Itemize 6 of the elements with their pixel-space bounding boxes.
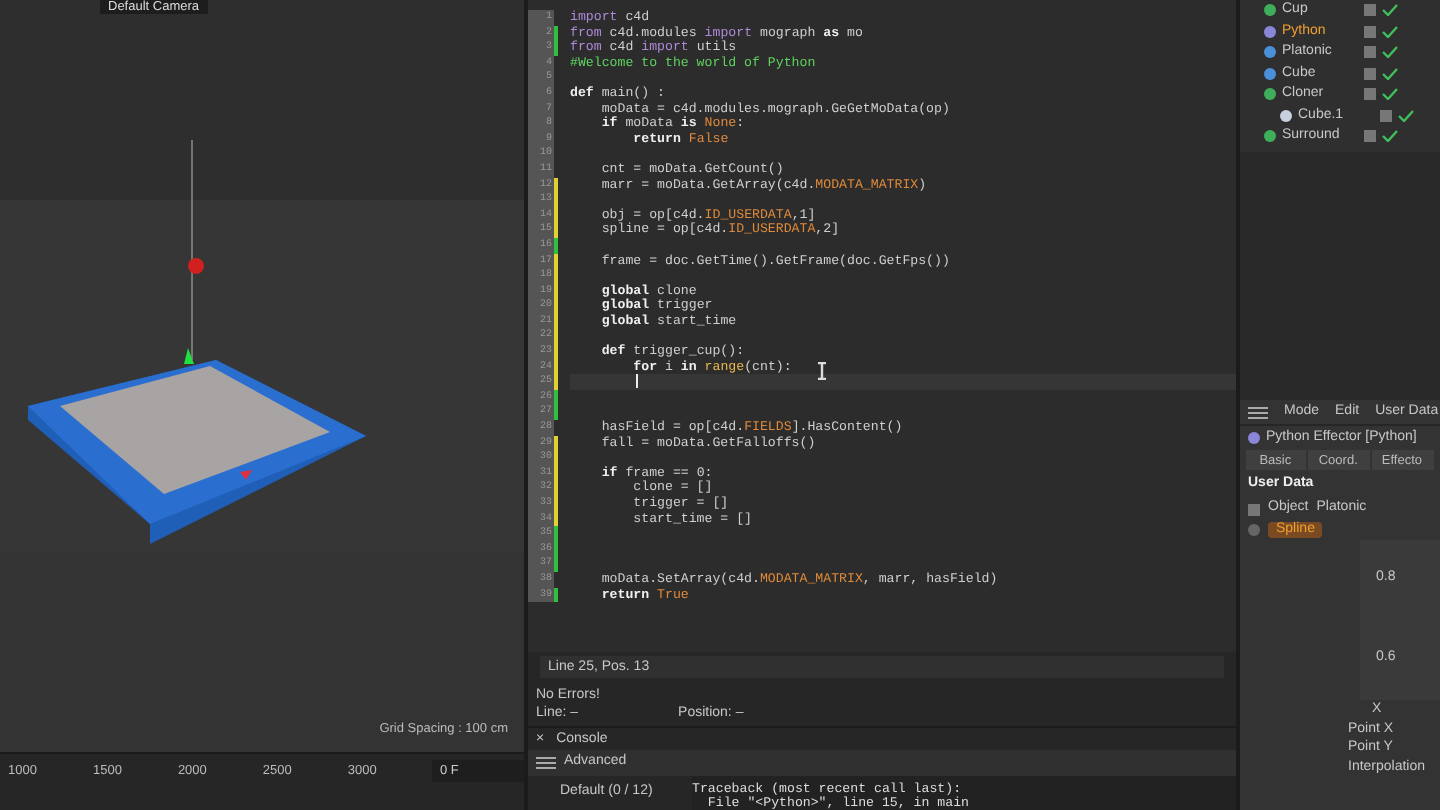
code-editor[interactable] bbox=[528, 0, 1236, 653]
text-cursor-icon bbox=[816, 362, 828, 380]
menu-icon[interactable] bbox=[536, 756, 556, 771]
radio-icon[interactable] bbox=[1248, 523, 1260, 535]
menu-icon[interactable] bbox=[1248, 405, 1268, 419]
text-caret bbox=[636, 374, 638, 389]
